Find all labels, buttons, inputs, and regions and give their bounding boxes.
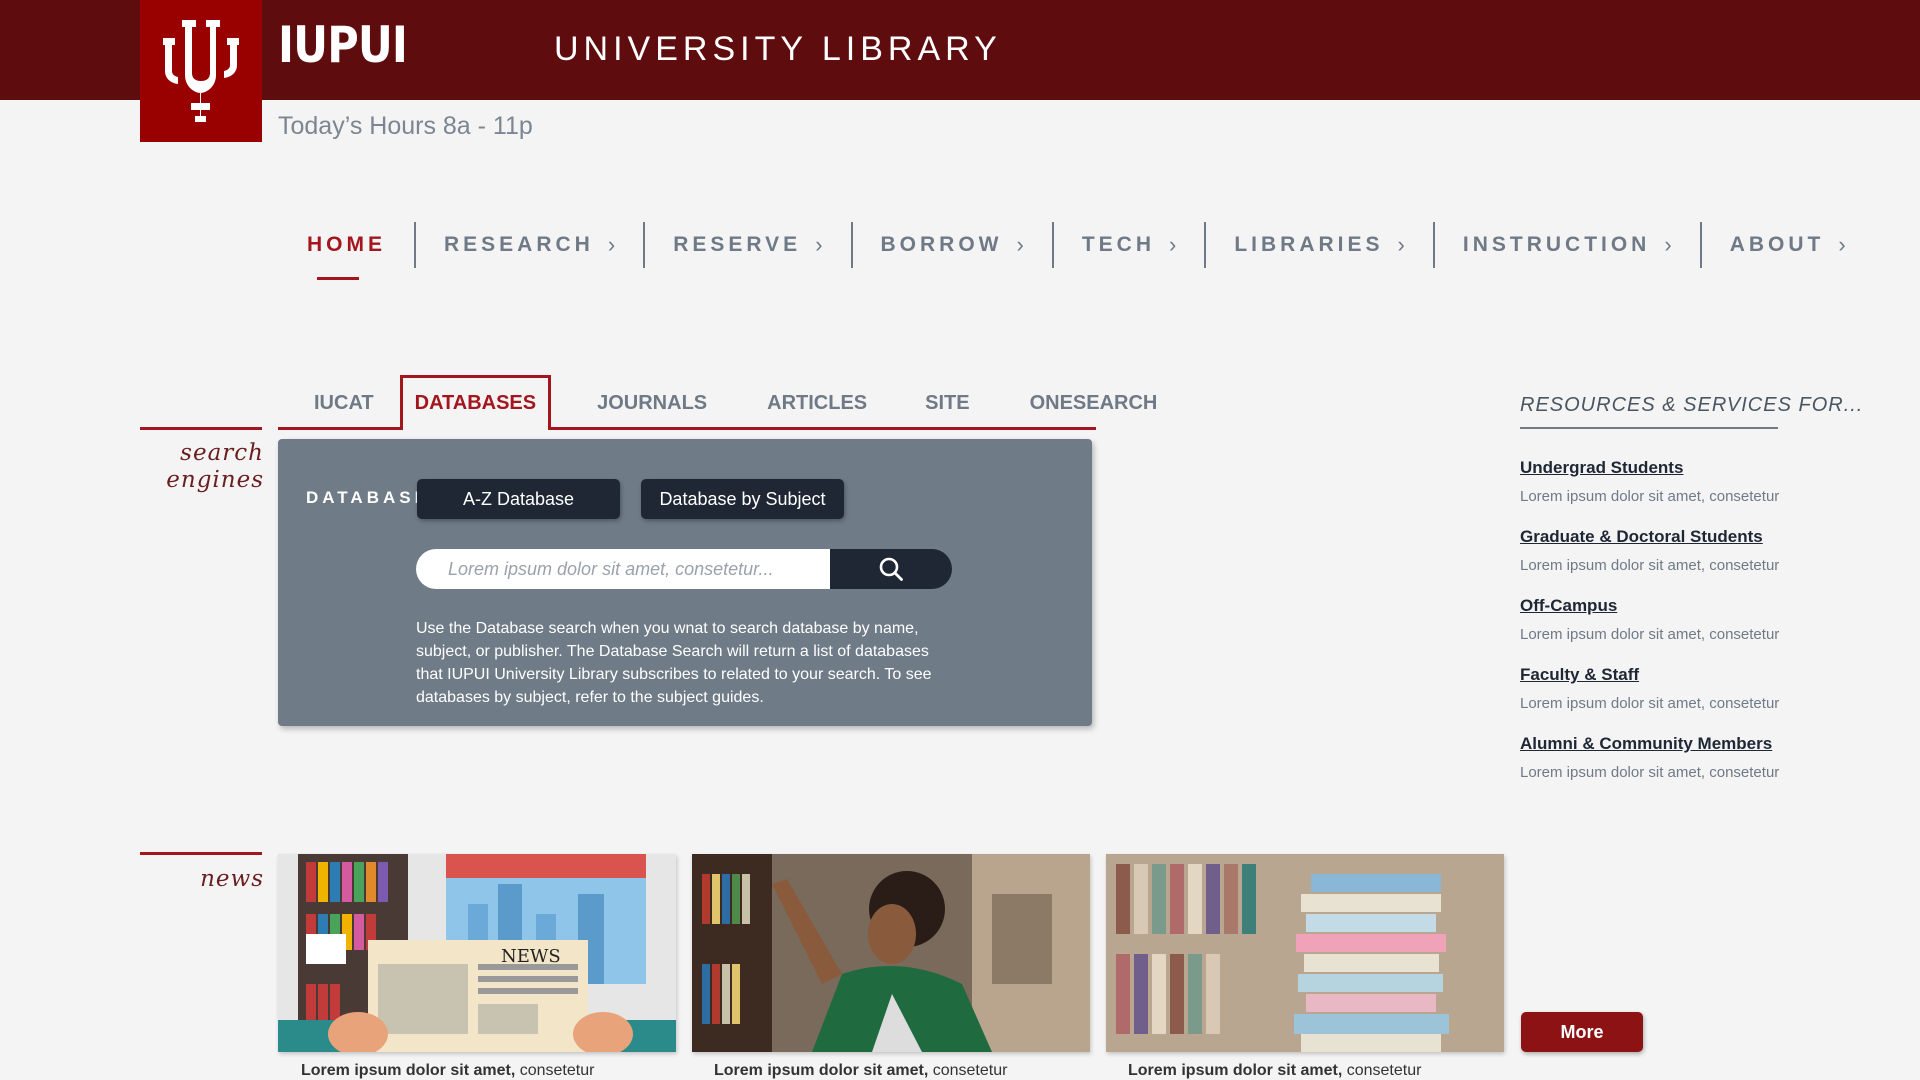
nav-tech[interactable]: TECH › — [1051, 222, 1205, 268]
tab-iucat[interactable]: IUCAT — [278, 392, 400, 427]
nav-tech-label: TECH — [1081, 233, 1156, 256]
search-label-line-2: engines — [166, 467, 264, 493]
chevron-right-icon: › — [607, 232, 616, 257]
resource-item: Alumni & Community Members Lorem ipsum d… — [1520, 734, 1880, 781]
newspaper-illustration: NEWS — [278, 854, 676, 1052]
chevron-right-icon: › — [1397, 232, 1405, 257]
tab-articles[interactable]: ARTICLES — [733, 392, 893, 427]
todays-hours: Today’s Hours 8a - 11p — [278, 112, 533, 140]
news-card-newspaper[interactable]: NEWS — [278, 854, 676, 1052]
database-by-subject-button[interactable]: Database by Subject — [641, 479, 844, 519]
chevron-right-icon: › — [1838, 232, 1846, 257]
nav-instruction-label: INSTRUCTION — [1462, 233, 1651, 256]
nav-home[interactable]: HOME — [287, 222, 414, 280]
main-nav: HOME RESEARCH › RESERVE › BORROW › TECH › LI… — [287, 222, 1874, 280]
chevron-right-icon: › — [815, 232, 823, 257]
news-card-book-stack[interactable] — [1106, 854, 1504, 1052]
resources-heading: RESOURCES & SERVICES FOR... — [1520, 394, 1864, 416]
chevron-right-icon: › — [1664, 232, 1672, 257]
news-caption-bold: Lorem ipsum dolor sit amet, — [1128, 1062, 1343, 1079]
resource-link-undergrad[interactable]: Undergrad Students — [1520, 458, 1880, 478]
tab-databases[interactable]: DATABASES — [399, 375, 552, 430]
search-section-rule — [140, 427, 262, 430]
resources-list: Undergrad Students Lorem ipsum dolor sit… — [1520, 458, 1880, 803]
resource-link-graduate[interactable]: Graduate & Doctoral Students — [1520, 527, 1880, 547]
tab-journals[interactable]: JOURNALS — [551, 392, 733, 427]
news-card-student-shelf[interactable] — [692, 854, 1090, 1052]
news-caption[interactable]: Lorem ipsum dolor sit amet, consetetur — [1128, 1062, 1421, 1080]
nav-instruction[interactable]: INSTRUCTION › — [1432, 222, 1700, 268]
newspaper-headline: NEWS — [501, 946, 561, 967]
database-search-description: Use the Database search when you wnat to… — [416, 620, 932, 706]
database-search-panel: DATABASES A-Z Database Database by Subje… — [278, 439, 1092, 726]
resource-description: Lorem ipsum dolor sit amet, consetetur — [1520, 488, 1780, 505]
nav-libraries-label: LIBRARIES — [1234, 233, 1384, 256]
search-submit-button[interactable] — [830, 549, 952, 589]
resource-item: Graduate & Doctoral Students Lorem ipsum… — [1520, 527, 1880, 574]
az-database-button[interactable]: A-Z Database — [417, 479, 620, 519]
resource-description: Lorem ipsum dolor sit amet, consetetur — [1520, 626, 1780, 643]
nav-borrow[interactable]: BORROW › — [850, 222, 1052, 268]
database-search-input[interactable] — [416, 549, 830, 589]
nav-reserve-label: RESERVE — [673, 233, 802, 256]
search-tabs: IUCAT DATABASES JOURNALS ARTICLES SITE O… — [278, 375, 1157, 430]
student-browsing-photo — [692, 854, 1090, 1052]
resource-item: Off-Campus Lorem ipsum dolor sit amet, c… — [1520, 596, 1880, 643]
news-caption-bold: Lorem ipsum dolor sit amet, — [714, 1062, 929, 1079]
nav-about-label: ABOUT — [1729, 233, 1825, 256]
news-caption-rest: consetetur — [1342, 1062, 1422, 1079]
brand-name[interactable]: IUPUI — [278, 16, 408, 74]
tab-site[interactable]: SITE — [893, 392, 995, 427]
resource-link-alumni[interactable]: Alumni & Community Members — [1520, 734, 1880, 754]
news-caption-rest: consetetur — [515, 1062, 595, 1079]
news-caption-bold: Lorem ipsum dolor sit amet, — [301, 1062, 516, 1079]
nav-research-label: RESEARCH — [444, 233, 594, 256]
nav-reserve[interactable]: RESERVE › — [643, 222, 850, 268]
news-section-rule — [140, 852, 262, 855]
database-search-bar — [416, 549, 952, 589]
search-icon — [879, 557, 903, 581]
resource-item: Undergrad Students Lorem ipsum dolor sit… — [1520, 458, 1880, 505]
nav-about[interactable]: ABOUT › — [1699, 222, 1874, 268]
search-label-line-1: search — [180, 440, 264, 466]
resources-rule — [1520, 427, 1778, 429]
resource-link-off-campus[interactable]: Off-Campus — [1520, 596, 1880, 616]
book-stack-photo — [1106, 854, 1504, 1052]
news-caption[interactable]: Lorem ipsum dolor sit amet, consetetur — [714, 1062, 1007, 1080]
resource-description: Lorem ipsum dolor sit amet, consetetur — [1520, 695, 1780, 712]
more-news-button[interactable]: More — [1521, 1012, 1643, 1052]
library-title[interactable]: UNIVERSITY LIBRARY — [554, 30, 1002, 69]
chevron-right-icon: › — [1016, 232, 1024, 257]
iu-trident-logo[interactable] — [140, 0, 262, 142]
resource-link-faculty[interactable]: Faculty & Staff — [1520, 665, 1880, 685]
resource-item: Faculty & Staff Lorem ipsum dolor sit am… — [1520, 665, 1880, 712]
search-engines-label: search engines — [166, 440, 264, 494]
chevron-right-icon: › — [1169, 232, 1177, 257]
tab-onesearch[interactable]: ONESEARCH — [996, 392, 1184, 427]
news-caption-rest: consetetur — [928, 1062, 1008, 1079]
trident-icon — [163, 20, 239, 122]
nav-research[interactable]: RESEARCH › — [414, 222, 643, 268]
resource-description: Lorem ipsum dolor sit amet, consetetur — [1520, 764, 1780, 781]
news-caption[interactable]: Lorem ipsum dolor sit amet, consetetur — [301, 1062, 594, 1080]
nav-libraries[interactable]: LIBRARIES › — [1204, 222, 1433, 268]
nav-borrow-label: BORROW — [880, 233, 1003, 256]
nav-home-label: HOME — [307, 233, 386, 256]
news-label: news — [200, 866, 264, 892]
resource-description: Lorem ipsum dolor sit amet, consetetur — [1520, 557, 1780, 574]
